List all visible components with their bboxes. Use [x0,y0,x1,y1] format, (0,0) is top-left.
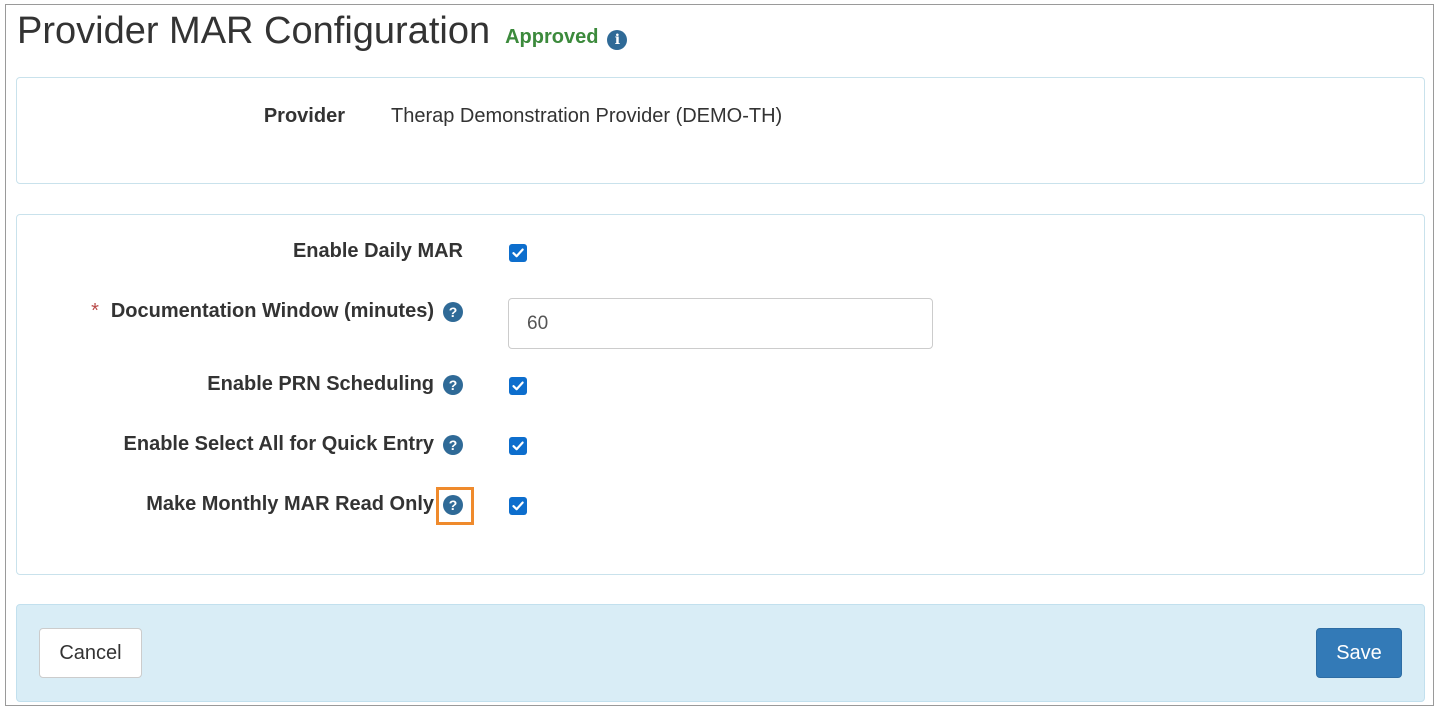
required-asterisk: * [91,300,99,322]
enable-prn-scheduling-checkbox[interactable] [509,377,527,395]
documentation-window-input[interactable] [508,298,933,349]
enable-select-all-checkbox[interactable] [509,437,527,455]
page-title: Provider MAR Configuration [17,10,491,52]
enable-prn-scheduling-label: Enable PRN Scheduling ? [207,373,463,396]
checkmark-icon [512,501,524,511]
question-circle-icon[interactable]: ? [443,301,463,322]
enable-select-all-text: Enable Select All for Quick Entry [123,433,434,455]
make-monthly-mar-read-only-label: Make Monthly MAR Read Only ? [146,493,463,516]
enable-daily-mar-text: Enable Daily MAR [292,240,463,262]
enable-select-all-label: Enable Select All for Quick Entry ? [124,433,463,456]
documentation-window-label: * Documentation Window (minutes) ? [91,300,463,323]
provider-panel: Provider Therap Demonstration Provider (… [16,77,1425,184]
info-circle-icon[interactable]: i [607,30,628,50]
footer-panel: Cancel Save [16,604,1425,702]
make-monthly-mar-read-only-checkbox[interactable] [509,497,527,515]
checkmark-icon [512,441,524,451]
question-circle-icon[interactable]: ? [443,374,463,395]
save-button[interactable]: Save [1316,628,1402,678]
documentation-window-text: Documentation Window (minutes) [110,300,434,322]
enable-daily-mar-checkbox[interactable] [509,244,527,262]
checkmark-icon [512,381,524,391]
provider-value: Therap Demonstration Provider (DEMO-TH) [391,105,783,127]
question-circle-icon[interactable]: ? [443,434,463,455]
highlight-box [436,487,474,525]
make-monthly-mar-read-only-text: Make Monthly MAR Read Only [146,493,434,515]
enable-prn-scheduling-text: Enable PRN Scheduling [207,373,434,395]
enable-daily-mar-label: Enable Daily MAR [293,240,463,263]
cancel-button[interactable]: Cancel [39,628,142,678]
provider-label: Provider [263,105,345,127]
title-row: Provider MAR Configuration Approved i [17,10,628,53]
settings-panel: Enable Daily MAR * Documentation Window … [16,214,1425,575]
status-badge: Approved [505,26,599,48]
checkmark-icon [512,248,524,258]
